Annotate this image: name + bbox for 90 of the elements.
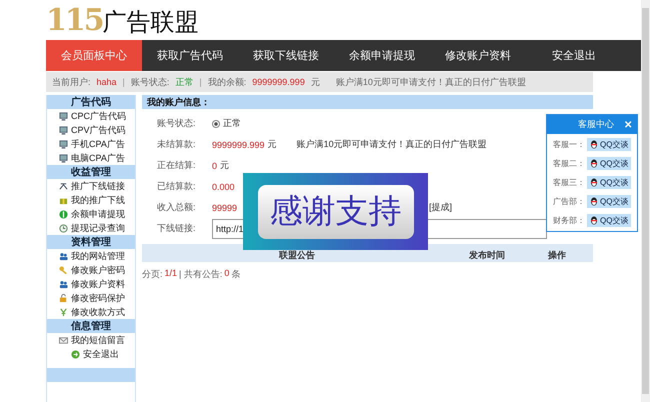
monitor-icon (59, 140, 68, 148)
info-value: 9999999.999 (252, 77, 305, 87)
clock-icon (59, 224, 68, 232)
field-label: 下线链接: (157, 222, 197, 235)
sidebar-heading: 广告代码 (47, 95, 135, 109)
chat-button[interactable]: QQ交谈 (587, 176, 632, 188)
nav-tab[interactable]: 安全退出 (526, 40, 622, 71)
separator-text: | (122, 77, 125, 87)
close-button[interactable]: ✕ (624, 118, 632, 130)
penguin-icon (590, 216, 598, 224)
amount-value: 0.000 (212, 182, 235, 192)
nav-tab[interactable]: 修改账户资料 (430, 40, 526, 71)
sidebar-item[interactable]: 修改收款方式 (47, 305, 135, 319)
note-text: 账户满10元即可申请支付！真正的日付广告联盟 (296, 138, 487, 151)
field-label: 收入总额: (157, 201, 197, 214)
nav-tab[interactable]: 获取下线链接 (238, 40, 334, 71)
sidebar-item[interactable]: 修改账户资料 (47, 277, 135, 291)
field-label: 正在结算: (157, 159, 197, 172)
notice-count: 0 (224, 268, 230, 280)
sidebar-item[interactable]: 我的推广下线 (47, 193, 135, 207)
sidebar-item[interactable]: 手机CPA广告 (47, 137, 135, 151)
contact-label: 客服三： (553, 176, 585, 188)
field-label: 未结算款: (157, 138, 197, 151)
sidebar-item[interactable]: 修改账户密码 (47, 263, 135, 277)
contact-label: 客服一： (553, 138, 585, 150)
penguin-icon (590, 140, 598, 148)
yen-icon (59, 308, 68, 316)
monitor-icon (59, 126, 68, 134)
contact-label: 广告部： (553, 196, 585, 206)
thanks-text: 感谢支持 (258, 184, 414, 238)
nav-tab[interactable]: 会员面板中心 (46, 40, 142, 71)
monitor-icon (59, 154, 68, 162)
unit-text: 元 (220, 159, 230, 172)
penguin-icon (590, 178, 598, 186)
nav-tab[interactable]: 余额申请提现 (334, 40, 430, 71)
sidebar-heading: 收益管理 (47, 165, 135, 179)
separator-text: | (199, 77, 202, 87)
sidebar-heading: 资料管理 (47, 235, 135, 249)
info-value: haha (96, 77, 117, 87)
chat-button[interactable]: QQ交谈 (587, 194, 632, 208)
chat-button[interactable]: QQ交谈 (587, 214, 632, 226)
sidebar-item[interactable]: 我的短信留言 (47, 333, 135, 347)
penguin-icon (590, 158, 598, 168)
note-text: [提成] (429, 201, 452, 214)
info-label: 当前用户: (52, 76, 91, 88)
unit-text: 条 (231, 268, 240, 281)
count-label: | 共有公告: (179, 268, 222, 281)
sidebar-item[interactable]: 我的网站管理 (47, 249, 135, 263)
info-note: 账户满10元即可申请支付！真正的日付广告联盟 (336, 76, 526, 88)
amount-value: 9999999.999 (212, 140, 265, 150)
chat-button[interactable]: QQ交谈 (587, 138, 632, 150)
users-icon (59, 252, 68, 260)
users-icon (59, 280, 68, 288)
column-header: 发布时间 (468, 249, 506, 262)
info-label: 我的余额: (208, 76, 246, 88)
amount-value: 99999 (212, 202, 238, 212)
sidebar-item[interactable]: CPV广告代码 (47, 123, 135, 137)
sidebar-item[interactable]: 余额申请提现 (47, 207, 135, 221)
info-value: 正常 (175, 76, 194, 88)
page-number: 1/1 (164, 268, 178, 280)
envelope-icon (59, 336, 68, 344)
sidebar-item[interactable]: 推广下线链接 (47, 179, 135, 193)
field-label: 账号状态: (157, 117, 197, 130)
contact-label: 客服二： (553, 158, 585, 168)
contact-label: 财务部： (553, 214, 585, 226)
penguin-icon (590, 196, 598, 206)
nav-tab[interactable]: 获取广告代码 (142, 40, 238, 71)
info-label: 账号状态: (130, 76, 170, 88)
logo: 115广告联盟 (46, 2, 199, 38)
amount-value: 0 (212, 160, 218, 170)
field-label: 已结算款: (157, 180, 197, 193)
unit-text: 元 (268, 138, 277, 151)
chat-button[interactable]: QQ交谈 (587, 156, 632, 170)
column-header: 联盟公告 (278, 249, 316, 262)
status-radio[interactable]: 正常 (212, 117, 241, 130)
panel-title: 客服中心 (578, 118, 614, 131)
pager-label: 分页: (142, 268, 163, 281)
unit-text: 元 (310, 76, 320, 88)
column-header: 操作 (547, 249, 567, 262)
monitor-icon (59, 112, 68, 120)
sidebar-item[interactable]: 电脑CPA广告 (47, 151, 135, 165)
sidebar-item[interactable]: CPC广告代码 (47, 109, 135, 123)
sidebar-item[interactable]: 安全退出 (47, 347, 135, 361)
section-heading: 我的账户信息： (142, 95, 593, 109)
sidebar-heading: 信息管理 (47, 319, 135, 333)
exit-icon (71, 350, 80, 358)
sidebar-item[interactable]: 修改密码保护 (47, 291, 135, 305)
lock-icon (59, 294, 68, 302)
sidebar-item[interactable]: 提现记录查询 (47, 221, 135, 235)
key-icon (59, 266, 68, 274)
